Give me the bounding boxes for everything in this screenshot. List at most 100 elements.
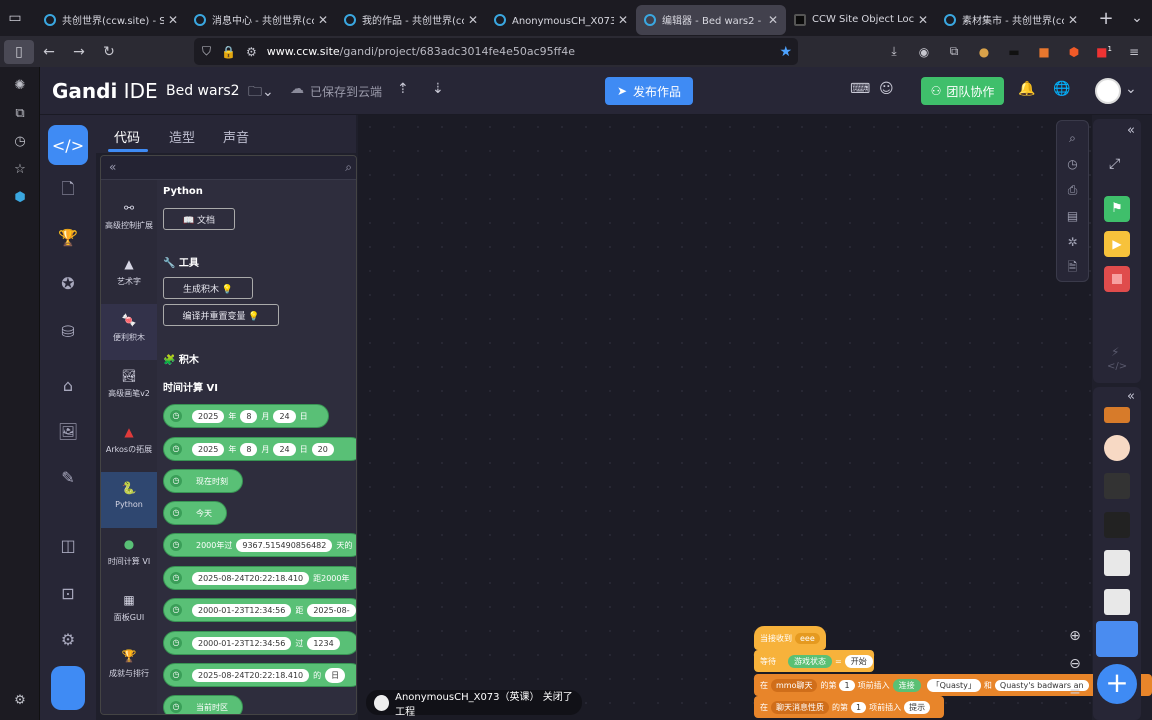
datetime-input[interactable]: 2000-01-23T12:34:56 [192,603,292,617]
code-workspace[interactable] [358,115,1092,720]
sprite-thumb[interactable] [1104,512,1130,538]
year-input[interactable]: 2025 [192,409,225,423]
close-tab-icon[interactable]: ✕ [768,13,778,27]
part-dropdown[interactable]: 日 [325,667,346,683]
tab-costumes[interactable]: 造型 [169,127,195,146]
category-convenience[interactable]: 🍬 便利积木 [101,304,157,360]
fullscreen-icon[interactable]: ⤢ [1109,156,1120,172]
category-python[interactable]: 🐍 Python [101,472,157,528]
timezone-block[interactable]: ◷ 当前时区 [163,695,243,714]
category-achievements[interactable]: 🏆 成就与排行 [101,640,157,696]
extensions-icon[interactable]: ⧉ [944,44,964,59]
customize-sidebar-icon[interactable]: ⚙ [0,686,40,714]
add-sprite-button[interactable]: + [1097,664,1137,704]
datetime-input[interactable]: 2025-08- [307,603,356,617]
when-receive-hat-block[interactable]: 当接收到 eee [754,626,826,650]
pause-button[interactable]: ▶ [1104,231,1130,257]
user-avatar[interactable] [1095,78,1121,104]
category-arkos[interactable]: ▲ Arkosの拓展 [101,416,157,472]
collapse-palette-icon[interactable]: « [109,160,116,174]
assistant-avatar-button[interactable] [51,666,85,710]
message-dropdown[interactable]: eee [795,632,820,644]
tab-overview-icon[interactable]: ▭ [0,0,30,36]
tab-sounds[interactable]: 声音 [223,127,249,146]
publish-button[interactable]: ➤ 发布作品 [605,77,693,105]
hour-input[interactable]: 20 [311,442,334,456]
browser-tab-active[interactable]: 编辑器 - Bed wars2 - 共创✕ [636,4,786,35]
generate-blocks-button[interactable]: 生成积木 💡 [163,277,253,299]
back-icon[interactable]: ← [34,44,64,60]
nav-achievements[interactable]: 🏆 [40,215,96,259]
close-tab-icon[interactable]: ✕ [168,13,178,27]
nav-bot-alert[interactable]: ⊡ [40,571,96,615]
seconds-input[interactable]: 1234 [307,636,340,650]
category-panel-gui[interactable]: ▦ 面板GUI [101,584,157,640]
category-advanced-control[interactable]: ⚯ 高级控制扩展 [101,192,157,248]
nav-code[interactable]: </> [40,123,96,167]
ai-chatbot-icon[interactable]: ✺ [0,71,40,99]
day-input[interactable]: 24 [273,442,296,456]
find-icon[interactable]: ⌕ [1057,125,1088,151]
category-pen-v2[interactable]: 🏞 高级画笔v2 [101,360,157,416]
nav-edit[interactable]: ✎ [40,455,96,499]
now-block[interactable]: ◷ 现在时刻 [163,469,243,493]
document-icon[interactable]: 🗎 [1057,255,1088,281]
downloads-icon[interactable]: ⤓ [884,44,904,59]
month-input[interactable]: 8 [240,409,258,423]
close-tab-icon[interactable]: ✕ [468,13,478,27]
nav-database[interactable]: ⛁ [40,309,96,353]
close-tab-icon[interactable]: ✕ [918,13,928,27]
settings-check-icon[interactable]: ⌨ [850,81,870,97]
today-block[interactable]: ◷ 今天 [163,501,227,525]
sprite-thumb[interactable] [1104,473,1130,499]
year-input[interactable]: 2025 [192,442,225,456]
join-reporter[interactable]: 连接 [892,678,921,692]
date-part-block[interactable]: ◷ 2025-08-24T20:22:18.410 的日 [163,663,356,687]
insert-list-block-2[interactable]: 在聊天消息性质 的第 1 项前插入 提示 [754,696,944,718]
datetime-input[interactable]: 2000-01-23T12:34:56 [192,636,292,650]
account-icon[interactable]: ◉ [914,45,934,59]
bookmark-star-icon[interactable]: ★ [779,44,792,60]
datetime-block[interactable]: ◷ 2025 年 8 月 24 日 20 [163,437,356,461]
history-icon[interactable]: ◷ [1057,151,1088,177]
terminal-icon[interactable]: ▤ [1057,203,1088,229]
text-input[interactable]: 「Quasty」 [926,678,981,692]
language-globe-icon[interactable]: 🌐 [1053,81,1070,97]
nav-settings[interactable]: ⚙ [40,617,96,661]
chevron-down-icon[interactable]: ⌄ [1125,81,1137,97]
new-tab-button[interactable]: + [1094,8,1118,29]
search-icon[interactable]: ⌕ [345,160,352,175]
wait-until-block[interactable]: 等待 游戏状态 = 开始 [754,650,874,672]
upload-cloud-icon[interactable]: ⇡ [397,81,409,97]
nav-image[interactable]: 🖼 [40,409,96,453]
index-input[interactable]: 1 [839,679,855,691]
days-input[interactable]: 9367.515490856482 [236,538,333,552]
printer-icon[interactable]: ⎙ [1057,177,1088,203]
time-diff-block[interactable]: ◷ 2000-01-23T12:34:56 距 2025-08- [163,598,356,622]
list-dropdown[interactable]: mmo聊天 [771,678,818,692]
browser-tab[interactable]: 我的作品 - 共创世界(ccw.s✕ [336,5,486,35]
lock-icon[interactable]: 🔒 [221,45,236,59]
green-flag-button[interactable]: ⚑ [1104,196,1130,222]
zoom-reset-icon[interactable]: = [1062,684,1088,700]
bookmarks-icon[interactable]: ☆ [0,155,40,183]
browser-tab[interactable]: 消息中心 - 共创世界(ccw.s✕ [186,5,336,35]
category-art-text[interactable]: ▲ 艺术字 [101,248,157,304]
nav-files[interactable]: 🗋 [40,169,96,213]
notification-bell-icon[interactable]: 🔔 [1018,81,1035,97]
turbo-icon[interactable]: ⚡ [1111,345,1119,359]
docs-button[interactable]: 📖 文档 [163,208,235,230]
collapse-sprites-icon[interactable]: « [1127,389,1135,404]
extension-brave-icon[interactable]: ⬢ [1064,45,1084,59]
extension-cube-icon[interactable]: ⬢ [0,183,40,211]
extension-ip-icon[interactable]: ■ [1034,45,1054,59]
menu-icon[interactable]: ≡ [1124,45,1144,59]
browser-tab[interactable]: AnonymousCH_X073（英✕ [486,5,636,35]
synced-tabs-icon[interactable]: ⧉ [0,99,40,127]
text-input[interactable]: 提示 [904,700,931,714]
browser-tab[interactable]: 素材集市 - 共创世界(ccw.s✕ [936,5,1086,35]
shield-icon[interactable]: ⛉ [202,44,211,59]
project-title[interactable]: Bed wars2 [166,83,240,99]
variable-reporter[interactable]: 游戏状态 [788,654,832,668]
index-input[interactable]: 1 [851,701,867,713]
